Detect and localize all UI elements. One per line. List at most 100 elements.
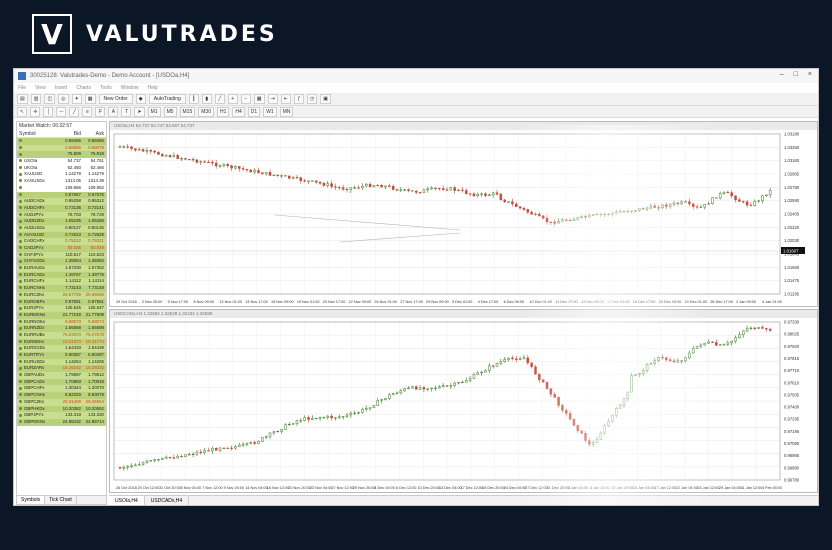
tf-w1-button[interactable]: W1: [263, 106, 277, 117]
market-watch-row[interactable]: 0.88869 0.88879: [17, 144, 106, 152]
crosshair-icon[interactable]: ✛: [30, 106, 41, 117]
label-icon[interactable]: T: [121, 106, 132, 117]
market-watch-row[interactable]: AUDNZDx 1.05235 1.05256: [17, 218, 106, 225]
menu-file[interactable]: File: [18, 85, 26, 91]
market-watch-row[interactable]: AUDJPYx 78.703 78.729: [17, 211, 106, 219]
usdcad-candles[interactable]: 0.97330 0.98025 0.97920 0.97815 0.97710 0.976…: [110, 318, 818, 493]
market-watch-row[interactable]: GBPAUDx 1.79687 1.79812: [17, 372, 106, 379]
horizontal-line-icon[interactable]: ─: [56, 106, 67, 117]
menu-charts[interactable]: Charts: [76, 85, 91, 91]
market-watch-row[interactable]: EURCNHx 7.73143 7.73148: [17, 285, 106, 292]
arrow-icon[interactable]: ➤: [134, 106, 145, 117]
templates-icon[interactable]: ▣: [320, 94, 332, 104]
market-watch-row[interactable]: EURSGDx 1.54433 1.54439: [17, 345, 106, 352]
line-chart-icon[interactable]: ╱: [214, 94, 225, 104]
market-watch-row[interactable]: AUDCHFx 0.72135 0.72141: [17, 204, 106, 212]
menu-window[interactable]: Window: [121, 85, 139, 91]
chart-window-usdcad[interactable]: USDCADx,H4 1.32582 1.32539 1.32434 1.326…: [109, 309, 818, 493]
chart-tab-usoia[interactable]: USOIa,H4: [109, 496, 145, 505]
tf-m5-button[interactable]: M5: [163, 106, 177, 117]
minimize-button[interactable]: –: [780, 71, 784, 78]
tile-windows-icon[interactable]: ▦: [253, 94, 265, 104]
market-watch-row[interactable]: EURTRYx 5.90387 5.90497: [17, 352, 106, 359]
zoom-out-icon[interactable]: −: [240, 94, 251, 104]
market-watch-row[interactable]: GBPMXNx 24.85432 24.85714: [17, 418, 106, 426]
market-watch-row[interactable]: GBPHKDx 10.20382 10.20562: [17, 405, 106, 413]
maximize-button[interactable]: □: [794, 71, 798, 78]
profiles-icon[interactable]: ▥: [30, 94, 42, 104]
tab-symbols[interactable]: Symbols: [17, 496, 46, 504]
channel-icon[interactable]: ≡: [82, 106, 93, 117]
market-watch-row[interactable]: XAGUSDx 1314.05 1314.39: [17, 178, 106, 185]
col-bid[interactable]: Bid: [59, 130, 83, 137]
vertical-line-icon[interactable]: │: [43, 106, 54, 117]
market-watch-row[interactable]: EURGBPx 0.87551 0.87561: [17, 298, 106, 306]
menu-help[interactable]: Help: [148, 85, 158, 91]
usoia-candles[interactable]: 1.03180 1.03250 1.03160 1.02965 1.02780 1.025…: [110, 130, 818, 307]
market-watch-row[interactable]: AUDCADx 0.95258 0.95312: [17, 198, 106, 205]
chart-shift-icon[interactable]: ⇤: [280, 94, 291, 104]
menu-tools[interactable]: Tools: [100, 85, 112, 91]
market-watch-row[interactable]: GBPCADx 1.70893 1.70918: [17, 378, 106, 386]
market-watch-row[interactable]: EURNOKx 9.68573 9.69073: [17, 318, 106, 326]
market-watch-row[interactable]: EURUSDx 1.14264 1.14265: [17, 358, 106, 366]
chart-tab-usdcad[interactable]: USDCADx,H4: [145, 496, 190, 505]
market-watch-row[interactable]: EURJPYx 125.545 125.547: [17, 305, 106, 312]
market-watch-row[interactable]: UKOIa 62.450 62.466: [17, 164, 106, 172]
market-watch-row[interactable]: XAUUSD 1.14278 1.14279: [17, 171, 106, 179]
market-watch-row[interactable]: AUDUSDx 0.80127 0.80135: [17, 224, 106, 232]
market-watch-row[interactable]: CHFJPYx 110.517 110.523: [17, 251, 106, 259]
market-watch-row[interactable]: 0.97567 0.97576: [17, 191, 106, 199]
market-watch-row[interactable]: EURCADx 1.49767 1.49776: [17, 271, 106, 279]
market-watch-row[interactable]: GBPCHFx 1.30344 1.30370: [17, 385, 106, 393]
market-watch-row[interactable]: EURRUBx 75.03370 75.07578: [17, 331, 106, 339]
terminal-icon[interactable]: ▦: [84, 94, 96, 104]
market-watch-row[interactable]: EURCHFx 1.14112 1.14114: [17, 278, 106, 286]
market-watch-row[interactable]: 75.809 75.819: [17, 151, 106, 159]
market-watch-row[interactable]: EURSEKx 10.31373 10.31774: [17, 338, 106, 346]
new-order-button[interactable]: New Order: [98, 94, 133, 104]
market-watch-row[interactable]: CHFSGDx 1.35064 1.35082: [17, 258, 106, 266]
tf-m1-button[interactable]: M1: [147, 106, 161, 117]
zoom-in-icon[interactable]: +: [227, 94, 238, 104]
fibonacci-icon[interactable]: F: [95, 106, 106, 117]
market-watch-row[interactable]: GBPCNHx 8.82329 8.83079: [17, 392, 106, 399]
market-watch-row[interactable]: 109.866 109.892: [17, 184, 106, 192]
periods-icon[interactable]: ◷: [306, 94, 318, 104]
close-button[interactable]: ×: [808, 71, 812, 78]
tf-h1-button[interactable]: H1: [216, 106, 230, 117]
market-watch-row[interactable]: USOIa 54.737 54.751: [17, 158, 106, 165]
market-watch-row[interactable]: AVAXUSD 0.72623 0.72629: [17, 231, 106, 239]
market-watch-row[interactable]: EURMXNx 21.77249 21.77509: [17, 311, 106, 319]
meta-editor-icon[interactable]: ◆: [135, 94, 146, 104]
tf-h4-button[interactable]: H4: [232, 106, 245, 117]
cursor-icon[interactable]: ↖: [17, 106, 28, 117]
chart-window-usoia[interactable]: USOIa,H4 54.737 54.747 54.667 54.737 1.0…: [109, 121, 818, 307]
tf-d1-button[interactable]: D1: [247, 106, 261, 117]
market-watch-icon[interactable]: ◫: [44, 94, 56, 104]
market-watch-row[interactable]: 0.89466 0.89456: [17, 138, 106, 145]
tf-m30-button[interactable]: M30: [198, 106, 214, 117]
autoscroll-icon[interactable]: ⇥: [267, 94, 278, 104]
navigator-icon[interactable]: ✦: [71, 94, 82, 104]
menu-view[interactable]: View: [35, 85, 46, 91]
indicators-icon[interactable]: ƒ: [293, 94, 304, 104]
auto-trading-button[interactable]: AutoTrading: [148, 94, 186, 104]
market-watch-row[interactable]: GBPCZKx 29.31408 29.35564: [17, 398, 106, 406]
market-watch-row[interactable]: CADCHFx 0.75312 0.75321: [17, 238, 106, 245]
bar-chart-icon[interactable]: ┃: [188, 94, 199, 104]
col-symbol[interactable]: Symbol: [17, 130, 59, 137]
tab-tick-chart[interactable]: Tick Chart: [45, 496, 77, 504]
market-watch-row[interactable]: EURCZKx 25.67759 25.69269: [17, 291, 106, 299]
market-watch-row[interactable]: GBPJPYx 143.318 143.330: [17, 412, 106, 419]
data-window-icon[interactable]: ◎: [58, 94, 69, 104]
new-chart-icon[interactable]: ▤: [17, 94, 28, 104]
market-watch-row[interactable]: EURAUDx 1.57330 1.57352: [17, 265, 106, 272]
market-watch-row[interactable]: CADJPYx 83.535 83.549: [17, 245, 106, 252]
menu-insert[interactable]: Insert: [55, 85, 68, 91]
col-ask[interactable]: Ask: [83, 130, 106, 137]
trendline-icon[interactable]: ╱: [69, 106, 80, 117]
candlestick-icon[interactable]: ▮: [201, 94, 212, 104]
text-icon[interactable]: A: [108, 106, 119, 117]
tf-m15-button[interactable]: M15: [179, 106, 196, 117]
